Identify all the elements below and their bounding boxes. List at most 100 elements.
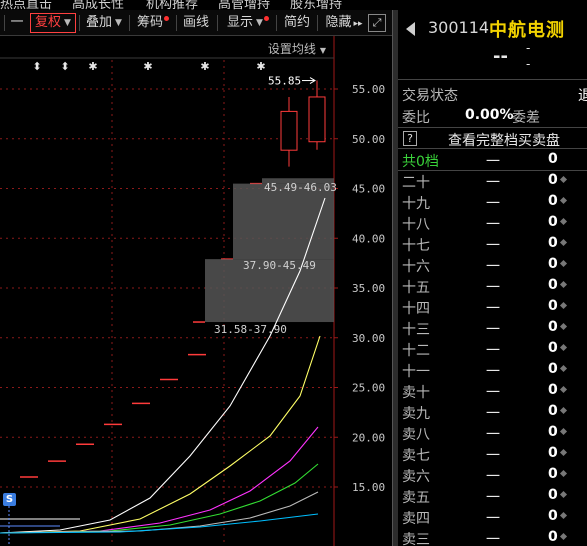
level-marker-icon xyxy=(559,196,568,205)
toolbar-label: 复权 xyxy=(35,15,62,30)
level-price: 一 xyxy=(486,322,500,338)
menu-item[interactable]: 高管增持 xyxy=(218,0,270,10)
y-axis-label: 40.00 xyxy=(352,232,385,245)
expand-icon[interactable]: ⤢ xyxy=(368,14,386,32)
high-price-label: 55.85 xyxy=(268,75,301,88)
level-price: 一 xyxy=(486,175,500,191)
kline-chart-canvas[interactable]: 15.00 20.00 25.00 30.00 35.00 40.00 45.00 50.00… xyxy=(0,36,392,546)
order-book-row[interactable]: 十一 一 0 xyxy=(398,360,587,381)
level-marker-icon xyxy=(559,301,568,310)
toolbar-adjust-button[interactable]: 复权 ▼ xyxy=(30,13,76,33)
quote-panel: 300114 中航电测 -- -- 交易状态 退 委比 0.00% 委差 ? 查… xyxy=(398,10,587,546)
order-book-row[interactable]: 十四 一 0 xyxy=(398,297,587,318)
order-book-row[interactable]: 十五 一 0 xyxy=(398,276,587,297)
level-label: 十三 xyxy=(402,322,430,338)
level-volume: 0 xyxy=(548,214,558,230)
level-label: 卖六 xyxy=(402,469,430,485)
toolbar-overlay-button[interactable]: 叠加 ▼ xyxy=(84,12,124,34)
ma-setting-button[interactable]: 设置均线 ▼ xyxy=(268,40,326,57)
full-book-button[interactable]: ? 查看完整档买卖盘 xyxy=(398,127,587,149)
level-marker-icon xyxy=(559,238,568,247)
order-book-row[interactable]: 卖四 一 0 xyxy=(398,507,587,528)
order-book-row[interactable]: 十二 一 0 xyxy=(398,339,587,360)
order-book-row[interactable]: 十七 一 0 xyxy=(398,234,587,255)
y-axis-label: 50.00 xyxy=(352,133,385,146)
toolbar-divider xyxy=(79,15,80,31)
menu-item[interactable]: 热点直击 xyxy=(0,0,52,10)
toolbar-display-button[interactable]: 显示 ▼ xyxy=(224,12,272,34)
order-book-row[interactable]: 卖九 一 0 xyxy=(398,402,587,423)
level-price: 一 xyxy=(486,448,500,464)
level-label: 十一 xyxy=(402,364,430,380)
level-marker-icon xyxy=(559,448,568,457)
event-mark-icon: ✱ xyxy=(88,60,97,73)
level-label: 十四 xyxy=(402,301,430,317)
level-price: 一 xyxy=(486,280,500,296)
level-label: 卖七 xyxy=(402,448,430,464)
level-volume: 0 xyxy=(548,445,558,461)
moving-average-line xyxy=(0,335,321,534)
toolbar-chips-button[interactable]: 筹码 xyxy=(134,12,172,34)
event-mark-icon: ⬍ xyxy=(60,60,69,73)
toolbar-draw-button[interactable]: 画线 xyxy=(181,12,211,34)
collapse-arrow-icon[interactable] xyxy=(406,22,415,36)
level-price: 一 xyxy=(486,301,500,317)
menu-item[interactable]: 机构推荐 xyxy=(146,0,198,10)
moving-average-line xyxy=(0,426,319,534)
level-price: 一 xyxy=(486,217,500,233)
level-label: 卖十 xyxy=(402,385,430,401)
toolbar-minus-button[interactable]: 一 xyxy=(10,12,24,34)
level-volume: 0 xyxy=(548,319,558,335)
menu-item[interactable]: 股东增持 xyxy=(290,0,342,10)
level-marker-icon xyxy=(559,322,568,331)
toolbar-simple-button[interactable]: 简约 xyxy=(282,12,312,34)
level-marker-icon xyxy=(559,217,568,226)
signal-s-badge[interactable]: S xyxy=(3,493,16,506)
level-label: 十六 xyxy=(402,259,430,275)
order-book-row[interactable]: 卖七 一 0 xyxy=(398,444,587,465)
level-label: 卖四 xyxy=(402,511,430,527)
level-volume: 0 xyxy=(548,277,558,293)
caret-down-icon: ▼ xyxy=(319,46,326,55)
toolbar-label: 显示 xyxy=(227,15,254,30)
help-icon: ? xyxy=(403,131,417,146)
level-volume: 0 xyxy=(548,424,558,440)
ma-setting-label: 设置均线 xyxy=(267,42,316,56)
order-book-row[interactable]: 十三 一 0 xyxy=(398,318,587,339)
level-price: 一 xyxy=(486,490,500,506)
order-book-row[interactable]: 二十 一 0 xyxy=(398,171,587,192)
kline-chart[interactable]: 15.00 20.00 25.00 30.00 35.00 40.00 45.00 50.00… xyxy=(0,36,392,546)
toolbar-label: 隐藏 xyxy=(325,15,352,30)
order-book-row[interactable]: 十九 一 0 xyxy=(398,192,587,213)
level-volume: 0 xyxy=(548,508,558,524)
order-book-row[interactable]: 十六 一 0 xyxy=(398,255,587,276)
order-book-row[interactable]: 卖三 一 0 xyxy=(398,528,587,546)
chip-zone-label: 31.58-37.90 xyxy=(214,323,287,336)
level-marker-icon xyxy=(559,511,568,520)
level-label: 十九 xyxy=(402,196,430,212)
caret-down-icon: ▼ xyxy=(115,18,122,28)
toolbar-hide-button[interactable]: 隐藏 ▸▸ xyxy=(322,12,366,34)
quote-header: 300114 中航电测 -- -- xyxy=(398,10,587,80)
order-book-row[interactable]: 卖五 一 0 xyxy=(398,486,587,507)
y-axis-label: 35.00 xyxy=(352,282,385,295)
level-volume: 0 xyxy=(548,172,558,188)
level-volume: 0 xyxy=(548,382,558,398)
level-marker-icon xyxy=(559,364,568,373)
stock-code: 300114 xyxy=(428,18,490,37)
level-volume: 0 xyxy=(548,298,558,314)
level-label: 卖九 xyxy=(402,406,430,422)
level-price: 一 xyxy=(486,238,500,254)
menu-item[interactable]: 高成长性 xyxy=(72,0,124,10)
toolbar-label: 画线 xyxy=(182,15,209,30)
order-book-row[interactable]: 十八 一 0 xyxy=(398,213,587,234)
change-amount: - xyxy=(526,41,531,55)
order-book-row[interactable]: 卖六 一 0 xyxy=(398,465,587,486)
level-price: 一 xyxy=(486,427,500,443)
order-book-row[interactable]: 卖十 一 0 xyxy=(398,381,587,402)
order-diff-label: 委差 xyxy=(512,110,540,126)
y-axis-label: 15.00 xyxy=(352,481,385,494)
level-marker-icon xyxy=(559,343,568,352)
level-volume: 0 xyxy=(548,340,558,356)
order-book-row[interactable]: 卖八 一 0 xyxy=(398,423,587,444)
